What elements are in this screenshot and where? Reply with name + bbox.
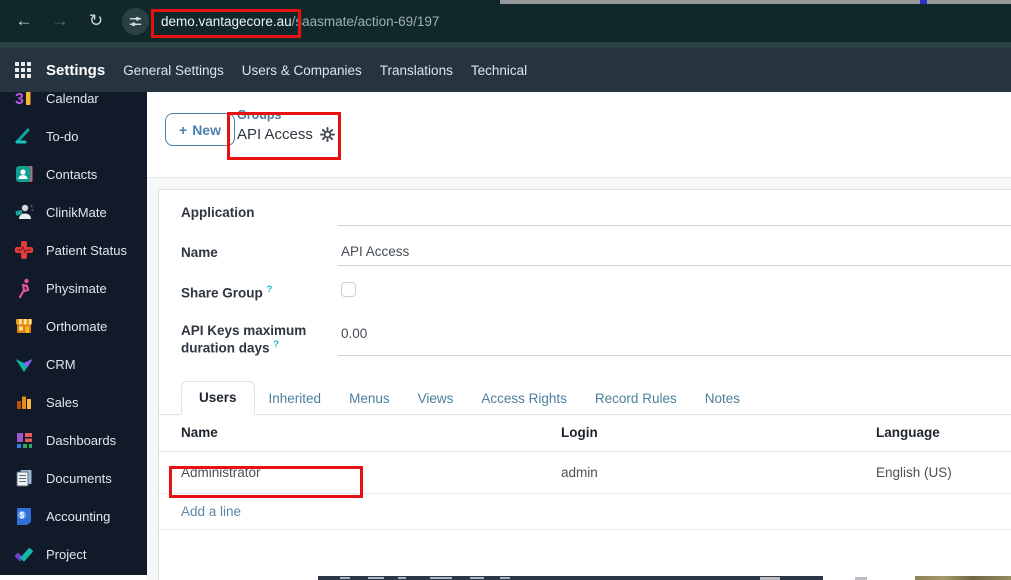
svg-text:3: 3: [15, 92, 24, 108]
field-label-api-keys: API Keys maximum duration days ?: [181, 322, 307, 356]
name-input[interactable]: API Access: [338, 240, 1011, 266]
menu-technical[interactable]: Technical: [471, 63, 527, 78]
documents-icon: [16, 470, 32, 487]
project-icon: [14, 548, 34, 562]
users-table-header: Name Login Language: [159, 415, 1011, 452]
physimate-icon: [18, 278, 30, 299]
field-label-name: Name: [181, 245, 218, 260]
site-info-button[interactable]: [122, 7, 149, 35]
svg-text:$: $: [20, 511, 25, 520]
new-button[interactable]: + New: [165, 113, 235, 146]
url-path: /saasmate/action-69/197: [291, 13, 440, 29]
sidebar-item-project[interactable]: Project: [0, 535, 147, 573]
gear-icon[interactable]: [319, 126, 335, 142]
apps-grid-icon[interactable]: [15, 61, 32, 79]
clinikmate-icon: [15, 204, 34, 219]
notebook-tabs: Users Inherited Menus Views Access Right…: [159, 380, 1011, 415]
app-title[interactable]: Settings: [46, 62, 105, 79]
menu-users-companies[interactable]: Users & Companies: [242, 63, 362, 78]
field-label-share-group: Share Group ?: [181, 284, 273, 301]
col-header-login: Login: [561, 425, 598, 441]
address-bar[interactable]: demo.vantagecore.au/saasmate/action-69/1…: [161, 14, 439, 29]
breadcrumb: Groups API Access: [237, 107, 335, 143]
browser-forward-icon[interactable]: →: [50, 11, 70, 31]
field-row-application: Application: [181, 200, 1011, 226]
menu-translations[interactable]: Translations: [380, 63, 453, 78]
sidebar-item-patient-status[interactable]: Patient Status: [0, 231, 147, 269]
cell-name: Administrator: [181, 464, 261, 480]
help-icon: ?: [273, 339, 280, 351]
sidebar-item-crm[interactable]: CRM: [0, 345, 147, 383]
orthomate-icon: [16, 319, 32, 333]
sidebar-item-calendar[interactable]: 3 Calendar: [0, 92, 147, 117]
help-icon: ?: [266, 284, 273, 295]
sidebar-item-clinikmate[interactable]: ClinikMate: [0, 193, 147, 231]
plus-icon: +: [179, 121, 188, 138]
sidebar-item-dashboards[interactable]: Dashboards: [0, 421, 147, 459]
crm-icon: [15, 359, 33, 372]
tab-access-rights[interactable]: Access Rights: [467, 383, 581, 414]
sidebar-item-documents[interactable]: Documents: [0, 459, 147, 497]
menu-general-settings[interactable]: General Settings: [123, 63, 224, 78]
background-window-edge: [500, 0, 1011, 4]
sidebar-item-accounting[interactable]: $ Accounting: [0, 497, 147, 535]
app-navbar: Settings General Settings Users & Compan…: [0, 48, 1011, 92]
field-label-application: Application: [181, 205, 255, 220]
breadcrumb-current: API Access: [237, 125, 313, 143]
tab-views[interactable]: Views: [404, 383, 468, 414]
form-sheet: Application Name API Access Share Group …: [158, 189, 1011, 580]
taskbar-edge: [318, 576, 823, 580]
patient-status-icon: [15, 241, 33, 259]
sidebar-item-contacts[interactable]: Contacts: [0, 155, 147, 193]
tab-menus[interactable]: Menus: [335, 383, 404, 414]
field-row-share-group: Share Group ?: [181, 280, 1011, 302]
calendar-icon: 3: [15, 92, 31, 108]
screenshot-root: ← → ↻ demo.vantagecore.au/saasmate/actio…: [0, 0, 1011, 580]
browser-back-icon[interactable]: ←: [14, 11, 34, 31]
application-input[interactable]: [338, 200, 1011, 226]
dashboards-icon: [17, 433, 32, 448]
accounting-icon: $: [17, 508, 31, 525]
share-group-checkbox[interactable]: [341, 282, 356, 297]
cell-language: English (US): [876, 464, 952, 480]
sidebar-item-orthomate[interactable]: Orthomate: [0, 307, 147, 345]
breadcrumb-groups-link[interactable]: Groups: [237, 107, 335, 124]
table-row[interactable]: Administrator admin English (US): [159, 452, 1011, 494]
col-header-name: Name: [181, 425, 218, 441]
contacts-icon: [16, 166, 33, 182]
tab-notes[interactable]: Notes: [691, 383, 754, 414]
users-table: Name Login Language Administrator admin …: [159, 415, 1011, 530]
sidebar-item-todo[interactable]: To-do: [0, 117, 147, 155]
url-domain: demo.vantagecore.au: [161, 13, 292, 29]
api-keys-duration-input[interactable]: 0.00: [338, 318, 1011, 356]
sales-icon: [17, 396, 31, 409]
sidebar-item-physimate[interactable]: Physimate: [0, 269, 147, 307]
tab-users[interactable]: Users: [181, 380, 255, 415]
browser-reload-icon[interactable]: ↻: [86, 11, 106, 31]
background-window-accent: [920, 0, 927, 4]
main-area: + New Groups API Access Application Name…: [147, 92, 1011, 580]
app-sidebar: 3 Calendar To-do Contacts ClinikMate Pat…: [0, 92, 147, 575]
tab-record-rules[interactable]: Record Rules: [581, 383, 691, 414]
browser-toolbar: ← → ↻ demo.vantagecore.au/saasmate/actio…: [0, 0, 1011, 42]
field-row-api-keys: API Keys maximum duration days ? 0.00: [181, 318, 1011, 357]
todo-icon: [15, 128, 30, 144]
tune-icon: [129, 16, 142, 26]
field-row-name: Name API Access: [181, 240, 1011, 266]
cell-login: admin: [561, 464, 598, 480]
col-header-language: Language: [876, 425, 940, 441]
control-panel: + New Groups API Access: [147, 92, 1011, 178]
add-a-line-link[interactable]: Add a line: [159, 494, 1011, 530]
tab-inherited[interactable]: Inherited: [255, 383, 336, 414]
sidebar-item-sales[interactable]: Sales: [0, 383, 147, 421]
content-background: Application Name API Access Share Group …: [147, 178, 1011, 580]
background-image-edge: [915, 576, 1011, 580]
